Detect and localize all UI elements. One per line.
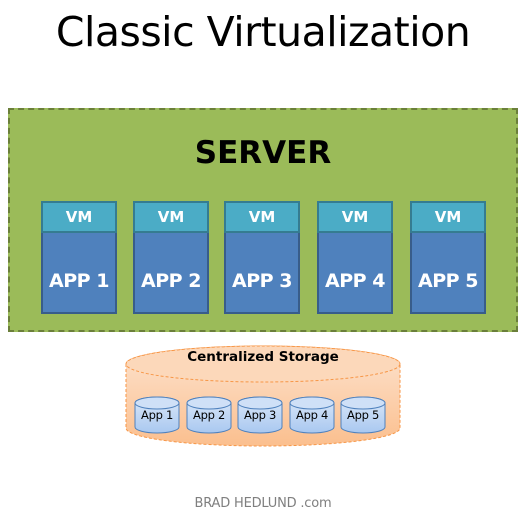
vm-stack-1: VM APP 1 bbox=[41, 201, 117, 314]
vm-stack-2: VM APP 2 bbox=[133, 201, 209, 314]
centralized-storage-cylinder: Centralized Storage App 1 App 2 App 3 Ap… bbox=[124, 340, 402, 452]
app-box: APP 5 bbox=[410, 233, 486, 314]
app-box: APP 1 bbox=[41, 233, 117, 314]
server-box: SERVER VM APP 1 VM APP 2 VM APP 3 VM APP… bbox=[8, 108, 518, 332]
vm-box: VM bbox=[41, 201, 117, 233]
app-box: APP 3 bbox=[224, 233, 300, 314]
vm-box: VM bbox=[133, 201, 209, 233]
storage-disk-3: App 3 bbox=[237, 396, 283, 434]
vm-stack-3: VM APP 3 bbox=[224, 201, 300, 314]
vm-box: VM bbox=[410, 201, 486, 233]
footer-credit: BRAD HEDLUND .com bbox=[194, 496, 332, 511]
vm-stack-4: VM APP 4 bbox=[317, 201, 393, 314]
storage-disk-5: App 5 bbox=[340, 396, 386, 434]
vm-box: VM bbox=[317, 201, 393, 233]
disk-label: App 5 bbox=[347, 408, 379, 422]
disk-label: App 1 bbox=[141, 408, 173, 422]
app-box: APP 2 bbox=[133, 233, 209, 314]
storage-disk-1: App 1 bbox=[134, 396, 180, 434]
storage-disk-2: App 2 bbox=[186, 396, 232, 434]
app-box: APP 4 bbox=[317, 233, 393, 314]
storage-label: Centralized Storage bbox=[187, 349, 339, 365]
disk-label: App 3 bbox=[244, 408, 276, 422]
disk-label: App 4 bbox=[296, 408, 328, 422]
storage-disk-4: App 4 bbox=[289, 396, 335, 434]
vm-stack-5: VM APP 5 bbox=[410, 201, 486, 314]
vm-box: VM bbox=[224, 201, 300, 233]
server-label: SERVER bbox=[194, 135, 332, 171]
disk-label: App 2 bbox=[193, 408, 225, 422]
diagram-title: Classic Virtualization bbox=[55, 8, 471, 56]
